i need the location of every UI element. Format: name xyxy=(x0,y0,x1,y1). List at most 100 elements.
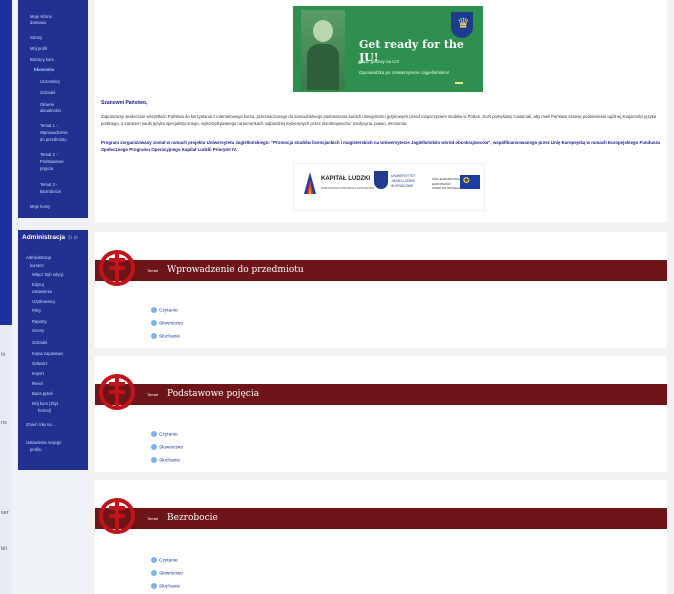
sidebar-item-topic-1[interactable]: do przedmiotu xyxy=(40,137,67,142)
sidebar-item-topic-2[interactable]: pojęcia xyxy=(40,166,53,171)
eu-stars-icon: ✪ xyxy=(463,176,470,185)
sidebar-item-home[interactable]: Moje strona xyxy=(30,14,52,19)
left-edge-text: ser xyxy=(1,510,9,516)
sidebar-item-news[interactable]: Główne xyxy=(40,102,54,107)
emblem-icon xyxy=(99,498,135,534)
topic-label: Temat xyxy=(147,392,158,397)
my-course-item[interactable]: formal) xyxy=(38,408,51,413)
topic-label: Temat xyxy=(147,268,158,273)
topic-title[interactable]: Wprowadzenie do przedmiotu xyxy=(167,265,304,275)
topic-header: Temat Bezrobocie xyxy=(95,508,667,529)
badges-item[interactable]: Odznaki xyxy=(32,340,47,345)
sidebar-item-pages[interactable]: Strony xyxy=(30,35,42,40)
sidebar-item-topic-3[interactable]: Temat 3 - xyxy=(40,182,57,187)
administration-block: Administracja ⊟ ⊞ Administracja kursem Wł… xyxy=(18,230,88,470)
left-edge-text: ns xyxy=(1,420,7,426)
admin-title-text: Administracja xyxy=(22,234,65,241)
my-course-item[interactable]: Mój kurs (zbyt xyxy=(32,401,58,406)
sidebar-item-topic-1[interactable]: Wprowadzenie xyxy=(40,130,68,135)
portrait-image xyxy=(301,10,345,90)
topic-title[interactable]: Podstawowe pojęcia xyxy=(167,389,259,399)
profile-settings-item[interactable]: profilu xyxy=(30,447,41,452)
emblem-icon xyxy=(99,374,135,410)
profile-settings-item[interactable]: Ustawienia mojego xyxy=(26,440,61,445)
activity-link[interactable]: Czytanie xyxy=(151,431,178,437)
sidebar-item-topic-3[interactable]: Bezrobocie xyxy=(40,189,61,194)
admin-item[interactable]: Administracja xyxy=(26,255,51,260)
sidebar-item-current-course[interactable]: Bieżący kurs xyxy=(30,57,54,62)
greeting: Szanowni Państwo, xyxy=(101,100,148,106)
emblem-icon xyxy=(99,250,135,286)
portrait-body xyxy=(307,44,339,90)
activity-icon xyxy=(151,431,157,437)
left-edge-text: bli xyxy=(1,546,7,552)
sidebar-item-topic-2[interactable]: Temat 2 - xyxy=(40,152,57,157)
users-item[interactable]: Użytkownicy xyxy=(32,299,55,304)
banner-accent xyxy=(455,82,463,84)
activity-link[interactable]: Czytanie xyxy=(151,307,178,313)
activity-link[interactable]: Słuchanie xyxy=(151,457,180,463)
topic-title[interactable]: Bezrobocie xyxy=(167,513,218,523)
program-text: Program zorganizowany został w ramach pr… xyxy=(101,140,661,152)
activity-label: Słownictwo xyxy=(159,571,183,577)
activity-label: Słownictwo xyxy=(159,445,183,451)
banner-subtitle: Bądź gotowy na UJ! xyxy=(359,59,400,64)
topic-section: Temat Podstawowe pojęcia Czytanie Słowni… xyxy=(95,356,667,472)
sidebar-item-participants[interactable]: Uczestnicy xyxy=(40,79,60,84)
activity-link[interactable]: Słownictwo xyxy=(151,444,183,450)
sidebar-item-badges[interactable]: Odznaki xyxy=(40,90,55,95)
activity-link[interactable]: Słuchanie xyxy=(151,333,180,339)
sidebar-item-home[interactable]: domowa xyxy=(30,20,46,25)
reset-item[interactable]: Reset xyxy=(32,381,43,386)
activity-icon xyxy=(151,320,157,326)
left-edge-blue xyxy=(0,0,12,325)
sidebar-item-topic-1[interactable]: Temat 1 - xyxy=(40,123,57,128)
activity-label: Słuchanie xyxy=(159,584,181,590)
kapital-ludzki-text: KAPITAŁ LUDZKI xyxy=(321,176,371,182)
import-item[interactable]: Import xyxy=(32,371,44,376)
activity-icon xyxy=(151,444,157,450)
sidebar-item-my-courses[interactable]: Moje kursy xyxy=(30,204,50,209)
question-bank-item[interactable]: Baza pytań xyxy=(32,391,53,396)
activity-label: Czytanie xyxy=(159,432,178,438)
topic-header: Temat Wprowadzenie do przedmiotu xyxy=(95,260,667,281)
sponsor-logos: KAPITAŁ LUDZKI NARODOWA STRATEGIA SPÓJNO… xyxy=(293,163,485,211)
edit-mode-item[interactable]: Włącz tryb edycji xyxy=(32,272,63,277)
activity-link[interactable]: Czytanie xyxy=(151,557,178,563)
uj-name: UNIWERSYTET JAGIELLOŃSKI W KRAKOWIE xyxy=(391,174,416,189)
left-edge-decoration: hi ns ser bli xyxy=(0,0,12,594)
navigation-block: Moje strona domowa Strony Mój profil Bie… xyxy=(18,0,88,218)
activity-label: Czytanie xyxy=(159,308,178,314)
edit-settings-item[interactable]: Edytuj xyxy=(32,282,44,287)
sidebar-item-news[interactable]: aktualności xyxy=(40,108,61,113)
kapital-ludzki-sub: NARODOWA STRATEGIA SPÓJNOŚCI xyxy=(321,186,375,190)
crown-icon: ♛ xyxy=(457,15,470,31)
edit-settings-item[interactable]: ustawienia xyxy=(32,289,52,294)
left-edge-light xyxy=(0,325,12,594)
switch-role-item[interactable]: Zmień rolę na... xyxy=(26,422,55,427)
eu-flag-icon: ✪ xyxy=(460,175,480,189)
sidebar-item-profile[interactable]: Mój profil xyxy=(30,46,47,51)
uj-crest-icon xyxy=(374,171,388,189)
activity-icon xyxy=(151,583,157,589)
filters-item[interactable]: Filtry xyxy=(32,308,41,313)
sidebar-item-ekonomia[interactable]: Ekonomia xyxy=(34,67,54,72)
admin-item[interactable]: kursem xyxy=(30,263,44,268)
backup-item[interactable]: Kopia zapasowa xyxy=(32,351,63,356)
activity-link[interactable]: Słownictwo xyxy=(151,320,183,326)
kapital-ludzki-logo xyxy=(304,172,316,194)
restore-item[interactable]: Odtwórz xyxy=(32,361,48,366)
reports-item[interactable]: Raporty xyxy=(32,319,47,324)
admin-block-controls[interactable]: ⊟ ⊞ xyxy=(68,235,78,241)
activity-icon xyxy=(151,557,157,563)
activity-link[interactable]: Słuchanie xyxy=(151,583,180,589)
uj-name-line: W KRAKOWIE xyxy=(391,184,414,188)
promo-banner: ♛ Get ready for the JU! Bądź gotowy na U… xyxy=(293,6,483,92)
grades-item[interactable]: Oceny xyxy=(32,328,44,333)
main-content: ♛ Get ready for the JU! Bądź gotowy na U… xyxy=(88,0,674,594)
topic-header: Temat Podstawowe pojęcia xyxy=(95,384,667,405)
sidebar-item-topic-2[interactable]: Podstawowe xyxy=(40,159,64,164)
activity-label: Słownictwo xyxy=(159,321,183,327)
activity-link[interactable]: Słownictwo xyxy=(151,570,183,576)
intro-text: Zapraszamy serdecznie wszystkich Państwa… xyxy=(101,114,657,126)
